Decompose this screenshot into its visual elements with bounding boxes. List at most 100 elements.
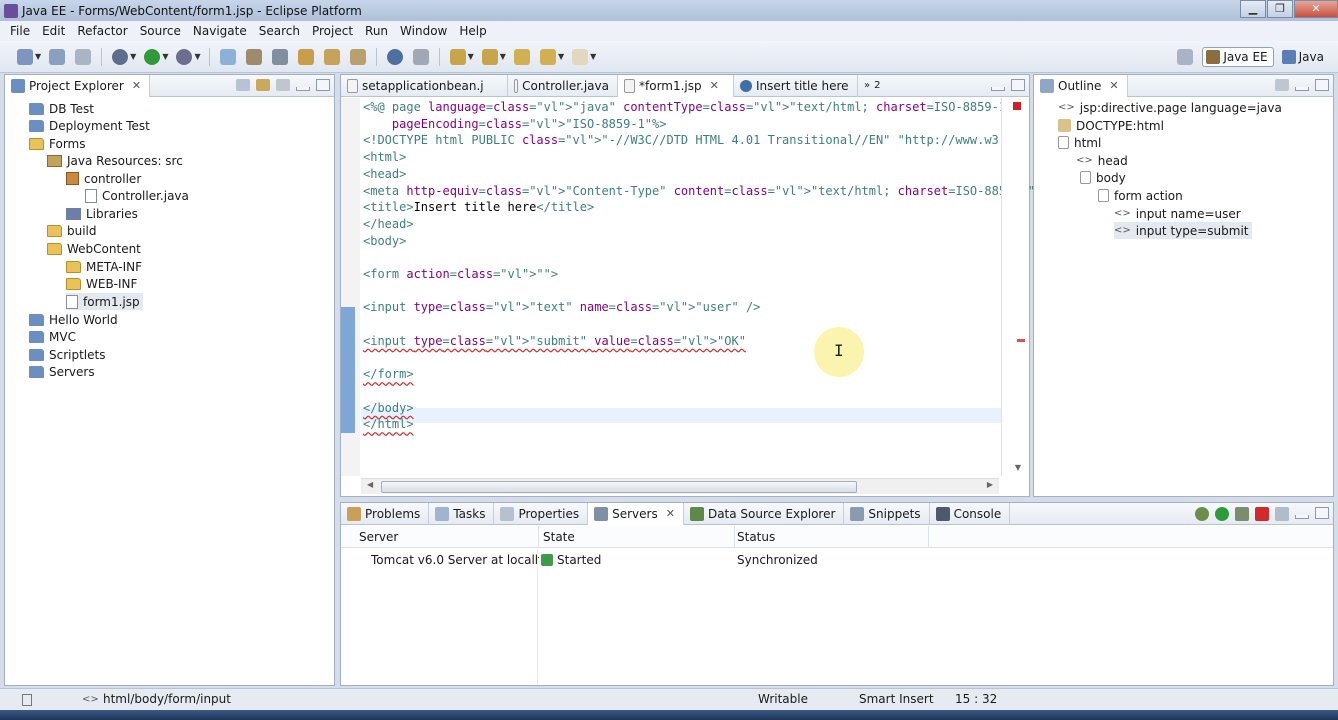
- code-line[interactable]: <input type=class="vl">"text" name=class…: [363, 299, 760, 315]
- tree-item[interactable]: Java Resources: src: [47, 152, 183, 169]
- back-icon[interactable]: [539, 48, 556, 65]
- open-file-icon[interactable]: [323, 48, 340, 65]
- menu-search[interactable]: Search: [253, 24, 306, 38]
- outline-item[interactable]: <> jsp:directive.page language=java: [1058, 99, 1282, 116]
- error-overview-marker[interactable]: [1013, 102, 1021, 110]
- tree-item[interactable]: META-INF: [66, 258, 142, 275]
- collapse-all-icon[interactable]: [236, 79, 250, 91]
- tree-item[interactable]: Deployment Test: [29, 117, 150, 134]
- new-icon[interactable]: [17, 48, 33, 65]
- tree-item[interactable]: Controller.java: [85, 187, 189, 204]
- close-button[interactable]: ✕: [1294, 0, 1338, 18]
- menu-refactor[interactable]: Refactor: [71, 24, 133, 38]
- code-line[interactable]: <html>: [363, 149, 406, 165]
- code-area[interactable]: <%@ page language=class="vl">"java" cont…: [361, 99, 1042, 476]
- close-icon[interactable]: ✕: [1109, 79, 1118, 92]
- next-annotation-icon[interactable]: [449, 48, 466, 65]
- tree-item[interactable]: WebContent: [47, 240, 141, 257]
- scroll-left-icon[interactable]: ◀: [367, 480, 373, 489]
- tree-item[interactable]: MVC: [29, 328, 76, 345]
- code-line[interactable]: <title>Insert title here</title>: [363, 199, 594, 215]
- menu-source[interactable]: Source: [134, 24, 187, 38]
- scroll-right-icon[interactable]: ▶: [987, 480, 993, 489]
- forward-icon[interactable]: [572, 48, 589, 65]
- minimize-view-button[interactable]: [991, 87, 1005, 91]
- scroll-thumb[interactable]: [381, 481, 857, 493]
- tree-item[interactable]: Servers: [29, 363, 95, 380]
- open-folder-icon[interactable]: [297, 48, 314, 65]
- link-editor-icon[interactable]: [256, 79, 270, 91]
- tree-item[interactable]: Hello World: [29, 311, 118, 328]
- open-perspective-icon[interactable]: [1177, 49, 1194, 65]
- tab-project-explorer[interactable]: Project Explorer ✕: [5, 74, 151, 97]
- scroll-down-icon[interactable]: ▼: [1015, 463, 1021, 472]
- tree-item[interactable]: controller: [66, 170, 141, 187]
- perspective-java-ee[interactable]: Java EE: [1202, 47, 1274, 67]
- tab-problems[interactable]: Problems: [341, 502, 430, 525]
- column-state[interactable]: State: [539, 526, 735, 548]
- error-marker[interactable]: [1017, 339, 1025, 342]
- column-status[interactable]: Status: [735, 526, 929, 548]
- menu-window[interactable]: Window: [394, 24, 453, 38]
- tab-insert-title-here[interactable]: Insert title here: [734, 74, 858, 97]
- code-line[interactable]: <form action=class="vl">"">: [363, 266, 558, 282]
- code-line[interactable]: </form>: [363, 366, 414, 382]
- debug-icon[interactable]: [112, 48, 129, 65]
- maximize-view-button[interactable]: [1315, 79, 1329, 91]
- outline-item-selected[interactable]: <> input type=submit: [1114, 222, 1252, 239]
- tree-item[interactable]: build: [47, 222, 97, 239]
- pencil-icon[interactable]: [349, 48, 366, 65]
- maximize-view-button[interactable]: [316, 79, 330, 91]
- code-line[interactable]: </head>: [363, 216, 414, 232]
- code-line[interactable]: <!DOCTYPE html PUBLIC class="vl">"-//W3C…: [363, 132, 1028, 148]
- tab-servers[interactable]: Servers ✕: [588, 502, 684, 525]
- outline-item[interactable]: body: [1080, 169, 1126, 186]
- tab-properties[interactable]: Properties: [494, 502, 589, 525]
- search-icon[interactable]: [271, 48, 288, 65]
- save-icon[interactable]: [49, 48, 66, 65]
- tree-item[interactable]: Forms: [29, 135, 85, 152]
- code-line[interactable]: pageEncoding=class="vl">"ISO-8859-1"%>: [363, 116, 667, 132]
- minimize-view-button[interactable]: [1295, 515, 1309, 519]
- maximize-button[interactable]: ❐: [1267, 0, 1293, 18]
- outline-item[interactable]: <> head: [1076, 152, 1128, 169]
- print-icon[interactable]: [75, 48, 92, 65]
- code-line[interactable]: <%@ page language=class="vl">"java" cont…: [363, 99, 1013, 115]
- view-menu-icon[interactable]: [1275, 79, 1289, 91]
- minimize-view-button[interactable]: [296, 87, 310, 91]
- view-menu-icon[interactable]: [276, 79, 290, 91]
- code-line[interactable]: <body>: [363, 233, 406, 249]
- column-server[interactable]: Server: [341, 526, 539, 548]
- code-line[interactable]: <input type=class="vl">"submit" value=cl…: [363, 333, 746, 349]
- publish-icon[interactable]: [1275, 507, 1289, 521]
- debug-server-icon[interactable]: [1195, 507, 1209, 521]
- profile-server-icon[interactable]: [1235, 507, 1249, 521]
- maximize-view-button[interactable]: [1315, 507, 1329, 519]
- tree-item[interactable]: DB Test: [29, 100, 94, 117]
- tree-item-selected[interactable]: form1.jsp: [66, 293, 143, 310]
- horizontal-scrollbar[interactable]: ◀ ▶: [361, 478, 999, 494]
- run-icon[interactable]: [144, 48, 161, 65]
- tab-form1-jsp[interactable]: *form1.jsp ✕: [618, 74, 734, 97]
- tab-setapplicationbean[interactable]: setapplicationbean.j: [341, 74, 508, 97]
- minimize-view-button[interactable]: [1295, 87, 1309, 91]
- close-icon[interactable]: ✕: [666, 507, 675, 520]
- fast-view-icon[interactable]: [22, 694, 32, 706]
- minimize-button[interactable]: ▁: [1240, 0, 1266, 18]
- menu-run[interactable]: Run: [359, 24, 394, 38]
- tree-item[interactable]: Libraries: [66, 205, 138, 222]
- tab-console[interactable]: Console: [930, 502, 1011, 525]
- code-line[interactable]: <head>: [363, 166, 406, 182]
- menu-file[interactable]: File: [4, 24, 36, 38]
- code-line[interactable]: </html>: [363, 416, 414, 432]
- menu-help[interactable]: Help: [453, 24, 492, 38]
- server-publish-icon[interactable]: [219, 48, 236, 65]
- menu-edit[interactable]: Edit: [36, 24, 71, 38]
- outline-item[interactable]: form action: [1098, 187, 1183, 204]
- open-type-icon[interactable]: [245, 48, 262, 65]
- tree-item[interactable]: Scriptlets: [29, 346, 105, 363]
- outline-item[interactable]: DOCTYPE:html: [1058, 117, 1164, 134]
- close-icon[interactable]: ✕: [132, 79, 141, 92]
- table-row[interactable]: Tomcat v6.0 Server at localho: Started S…: [341, 549, 1333, 571]
- annotation-icon[interactable]: [412, 48, 429, 65]
